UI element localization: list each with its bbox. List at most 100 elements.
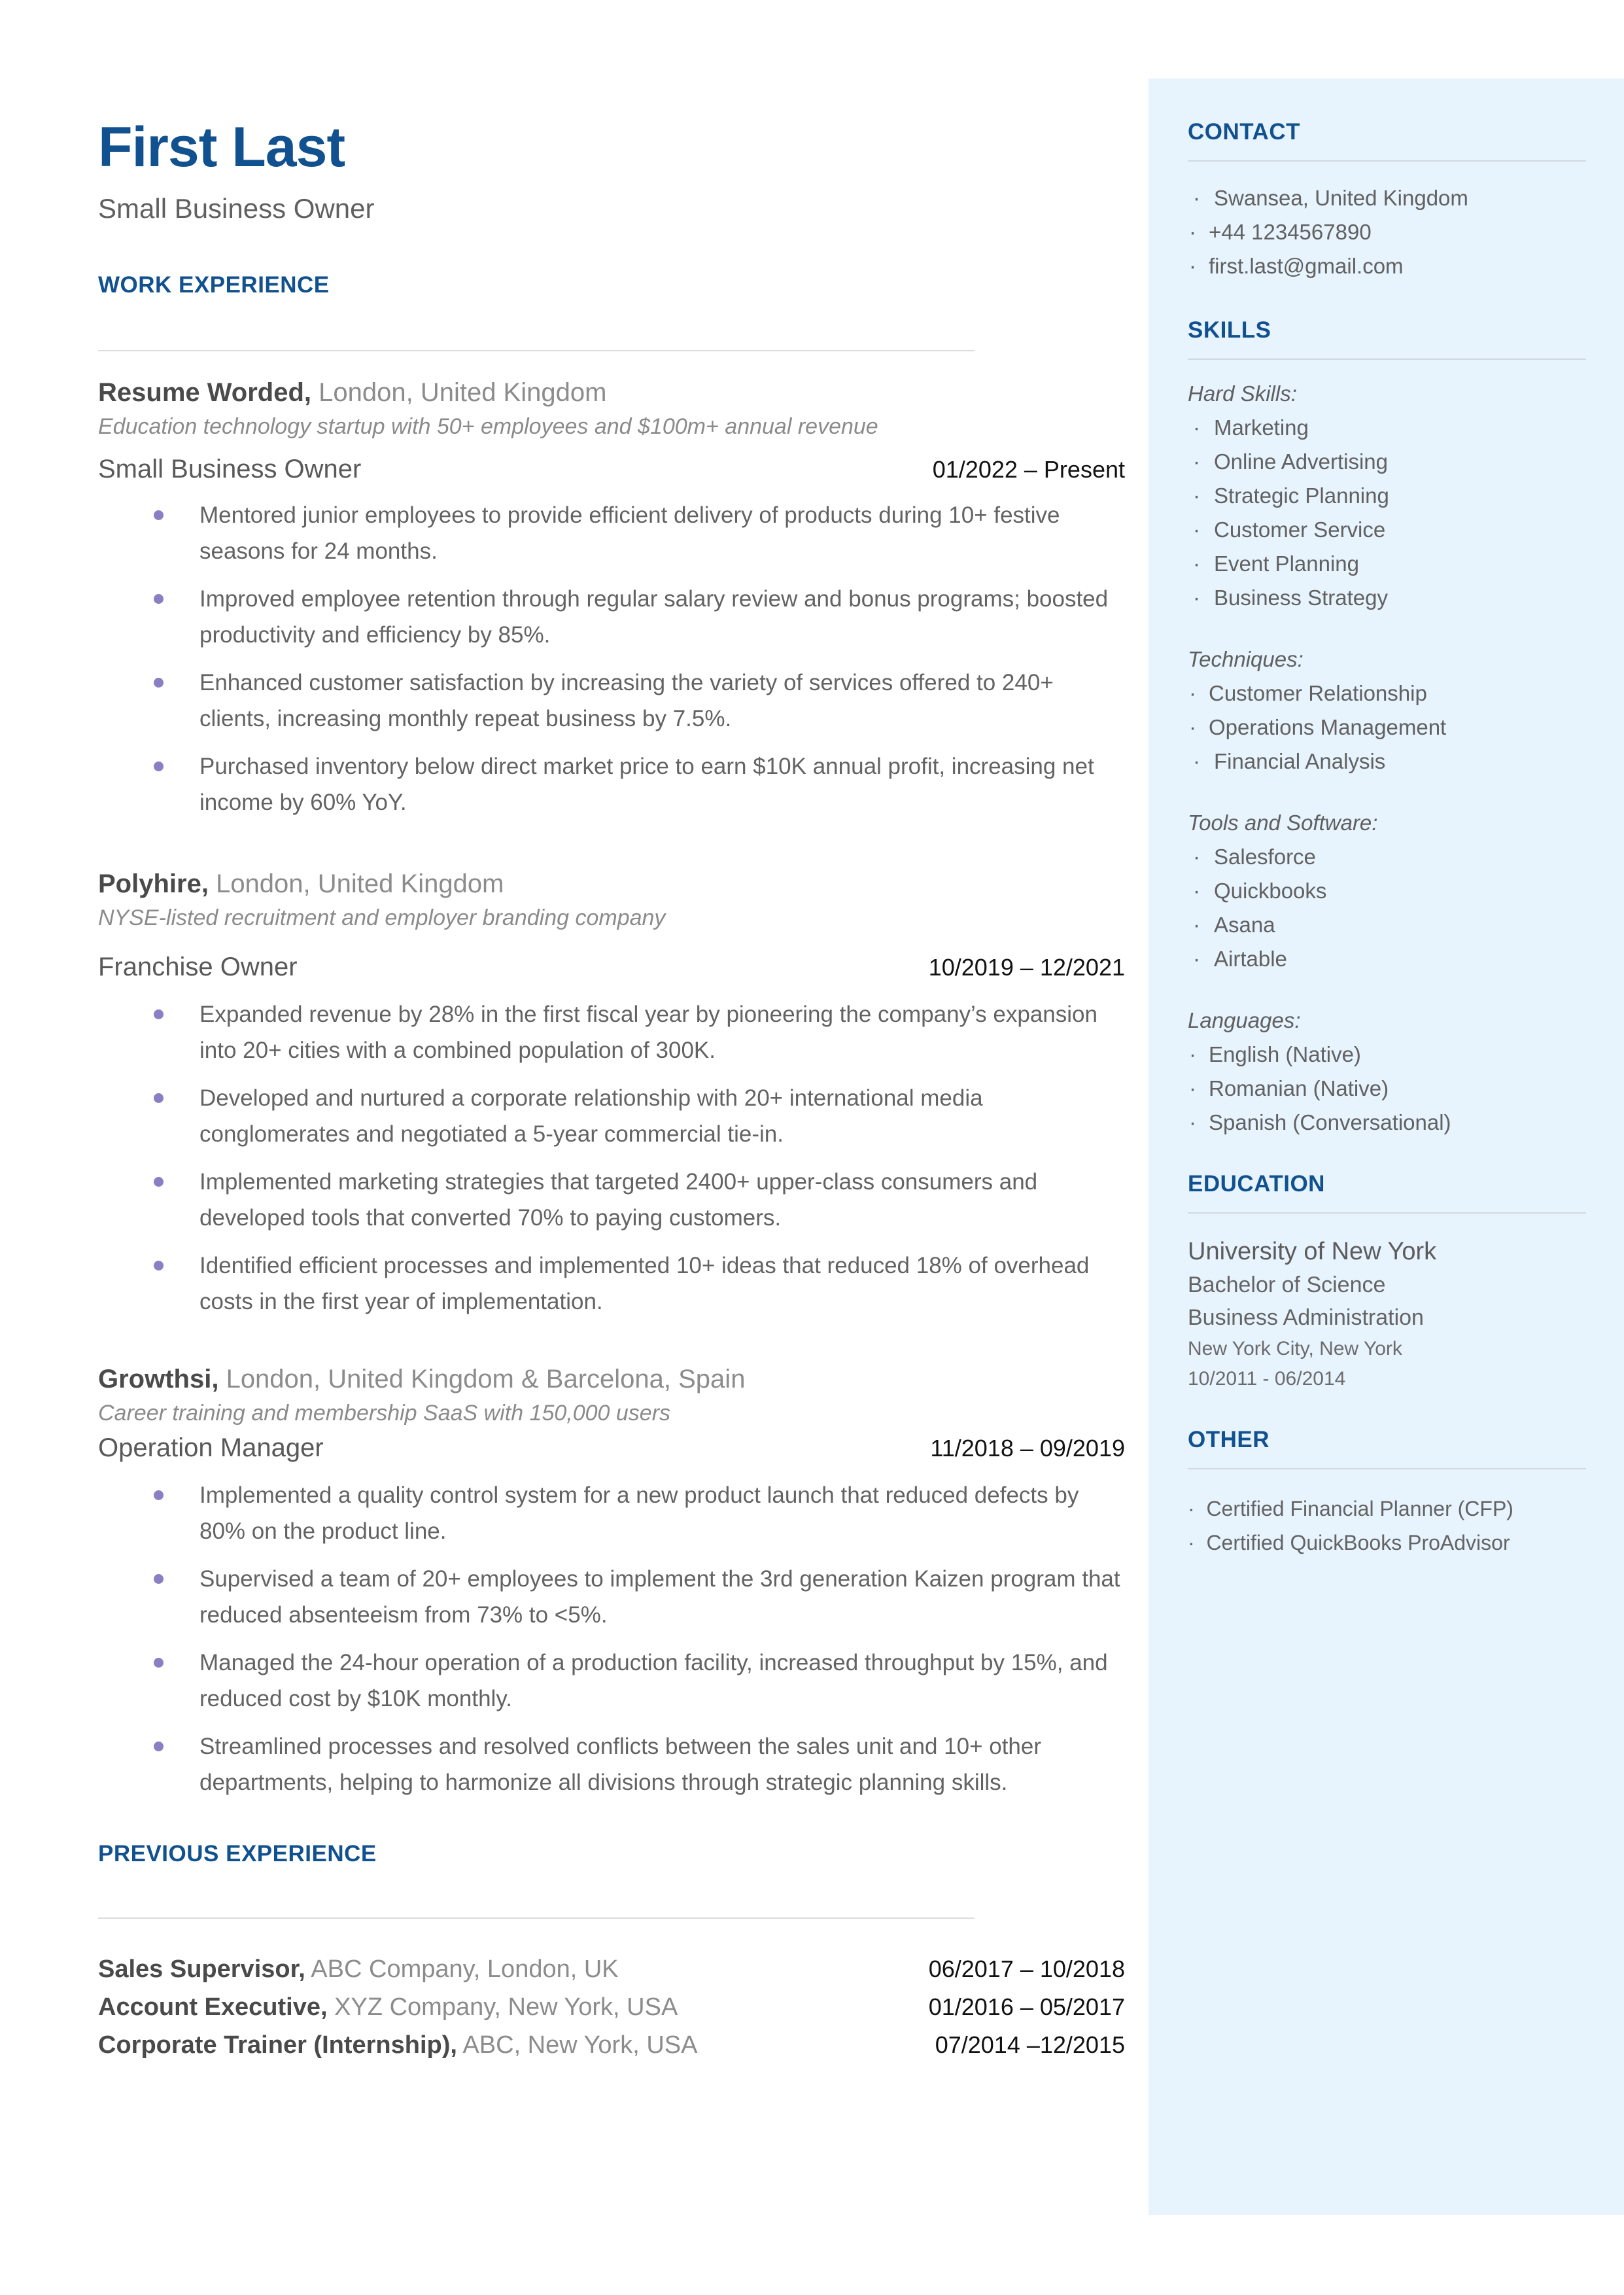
job-company-name: Growthsi, <box>98 1365 219 1393</box>
skill-label: Event Planning <box>1214 552 1359 576</box>
skill-item: · Quickbooks <box>1188 874 1586 908</box>
job-role-row: Small Business Owner 01/2022 – Present <box>98 451 1125 488</box>
bullet-icon: · <box>1189 254 1196 278</box>
job-bullet-text: Improved employee retention through regu… <box>199 586 1109 648</box>
previous-experience-list: Sales Supervisor, ABC Company, London, U… <box>98 1950 1125 2064</box>
job-entry: Polyhire, London, United Kingdom NYSE-li… <box>98 866 1125 1320</box>
skill-label: Marketing <box>1214 415 1309 440</box>
skill-item: · Event Planning <box>1188 547 1586 581</box>
other-item-label: Certified Financial Planner (CFP) <box>1206 1497 1513 1520</box>
contact-item-location: · Swansea, United Kingdom <box>1188 181 1586 215</box>
skill-item: · Marketing <box>1188 411 1586 445</box>
job-bullet: Implemented marketing strategies that ta… <box>98 1164 1125 1236</box>
bullet-icon <box>154 678 164 688</box>
job-title: Operation Manager <box>98 1433 324 1462</box>
contact-item-email: · first.last@gmail.com <box>1188 249 1586 283</box>
job-bullet-text: Managed the 24-hour operation of a produ… <box>199 1650 1108 1711</box>
other-item: · Certified Financial Planner (CFP) <box>1188 1497 1513 1520</box>
sidebar-heading-other: OTHER <box>1188 1427 1270 1452</box>
skill-item: · Airtable <box>1188 942 1586 976</box>
previous-role-detail: ABC Company, London, UK <box>305 1955 619 1983</box>
sidebar-heading-education: EDUCATION <box>1188 1171 1325 1197</box>
section-heading-work-experience: WORK EXPERIENCE <box>98 272 330 298</box>
job-company-name: Resume Worded, <box>98 378 311 407</box>
sidebar-heading-skills: SKILLS <box>1188 317 1271 343</box>
job-dates: 10/2019 – 12/2021 <box>928 954 1125 981</box>
skills-group-label-techniques: Techniques: <box>1188 647 1304 671</box>
bullet-icon: · <box>1189 220 1196 244</box>
job-dates: 01/2022 – Present <box>932 456 1125 483</box>
other-item: · Certified QuickBooks ProAdvisor <box>1188 1531 1510 1554</box>
job-bullet-text: Expanded revenue by 28% in the first fis… <box>199 1002 1097 1063</box>
header-subtitle: Small Business Owner <box>98 193 375 224</box>
job-bullet: Supervised a team of 20+ employees to im… <box>98 1561 1125 1633</box>
skills-group-techniques: · Customer Relationship · Operations Manag… <box>1188 676 1586 779</box>
job-bullet: Improved employee retention through regu… <box>98 581 1125 653</box>
job-company-location: London, United Kingdom & Barcelona, Spai… <box>218 1365 746 1393</box>
skill-item: · Asana <box>1188 908 1586 942</box>
previous-role-detail: XYZ Company, New York, USA <box>327 1993 678 2021</box>
job-bullet-text: Streamlined processes and resolved confl… <box>199 1734 1042 1795</box>
language-label: Spanish (Conversational) <box>1209 1110 1451 1134</box>
job-bullet-text: Mentored junior employees to provide eff… <box>199 502 1060 564</box>
language-label: English (Native) <box>1209 1042 1361 1066</box>
job-company-line: Polyhire, London, United Kingdom <box>98 866 1125 902</box>
skill-label: Business Strategy <box>1214 586 1388 610</box>
bullet-icon <box>154 1658 164 1668</box>
bullet-icon <box>154 762 164 771</box>
language-label: Romanian (Native) <box>1209 1076 1389 1100</box>
job-bullet-list: Mentored junior employees to provide eff… <box>98 497 1125 820</box>
previous-role-title: Account Executive, <box>98 1993 328 2021</box>
job-bullet-text: Purchased inventory below direct market … <box>199 754 1094 815</box>
skill-label: Strategic Planning <box>1214 483 1389 508</box>
skill-label: Airtable <box>1214 947 1287 971</box>
skills-group-tools: · Salesforce · Quickbooks · Asana · Airtable <box>1188 840 1586 976</box>
job-company-location: London, United Kingdom <box>311 378 607 407</box>
job-bullet: Implemented a quality control system for… <box>98 1477 1125 1549</box>
bullet-icon <box>154 1009 164 1019</box>
bullet-icon <box>154 510 164 520</box>
page-title: First Last <box>98 116 345 179</box>
previous-role-line: Corporate Trainer (Internship), ABC, New… <box>98 2026 697 2064</box>
skills-group-label-languages: Languages: <box>1188 1008 1301 1032</box>
job-bullet: Purchased inventory below direct market … <box>98 748 1125 820</box>
other-list: · Certified Financial Planner (CFP) · Ce… <box>1188 1492 1586 1560</box>
previous-experience-row: Corporate Trainer (Internship), ABC, New… <box>98 2026 1125 2064</box>
skills-group-label-tools: Tools and Software: <box>1188 811 1378 835</box>
education-school: University of New York <box>1188 1238 1437 1265</box>
skill-label: Quickbooks <box>1214 879 1327 903</box>
education-dates: 10/2011 - 06/2014 <box>1188 1368 1346 1390</box>
previous-role-dates: 01/2016 – 05/2017 <box>928 1993 1125 2020</box>
previous-experience-row: Account Executive, XYZ Company, New York… <box>98 1988 1125 2026</box>
job-bullet-text: Enhanced customer satisfaction by increa… <box>199 670 1054 731</box>
job-company-description: NYSE-listed recruitment and employer bra… <box>98 905 666 930</box>
bullet-icon: · <box>1193 186 1200 210</box>
job-bullet-text: Supervised a team of 20+ employees to im… <box>199 1566 1120 1628</box>
bullet-icon: · <box>1189 681 1196 705</box>
job-bullet: Identified efficient processes and imple… <box>98 1248 1125 1320</box>
bullet-icon <box>154 1574 164 1584</box>
skill-label: Customer Service <box>1214 517 1386 542</box>
bullet-icon: · <box>1189 1042 1196 1066</box>
bullet-icon <box>154 594 164 604</box>
education-field: Business Administration <box>1188 1305 1424 1330</box>
language-item: · Spanish (Conversational) <box>1188 1106 1586 1140</box>
resume-page: CONTACT · Swansea, United Kingdom · +44 … <box>0 0 1624 2295</box>
bullet-icon: · <box>1193 517 1200 542</box>
bullet-icon: · <box>1193 749 1200 773</box>
job-company-location: London, United Kingdom <box>208 869 504 898</box>
skill-label: Financial Analysis <box>1214 749 1386 773</box>
previous-role-title: Sales Supervisor, <box>98 1955 305 1983</box>
skill-item: · Business Strategy <box>1188 581 1586 615</box>
previous-role-detail: ABC, New York, USA <box>457 2031 698 2059</box>
job-entry: Resume Worded, London, United Kingdom Ed… <box>98 375 1125 820</box>
job-bullet: Developed and nurtured a corporate relat… <box>98 1080 1125 1152</box>
bullet-icon: · <box>1193 586 1200 610</box>
job-bullet-text: Implemented a quality control system for… <box>199 1482 1079 1544</box>
skill-item: · Customer Relationship <box>1188 676 1586 710</box>
contact-phone-text: +44 1234567890 <box>1209 220 1372 244</box>
job-bullet-text: Developed and nurtured a corporate relat… <box>199 1085 983 1147</box>
job-bullet-list: Expanded revenue by 28% in the first fis… <box>98 996 1125 1320</box>
bullet-icon: · <box>1193 449 1200 474</box>
skills-group-hard: · Marketing · Online Advertising · Strategi… <box>1188 411 1586 615</box>
